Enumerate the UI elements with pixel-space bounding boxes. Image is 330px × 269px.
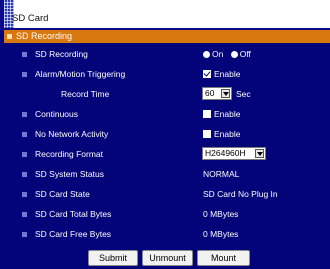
submit-button[interactable]: Submit [88, 250, 138, 266]
chevron-down-icon[interactable] [255, 149, 264, 158]
bullet-icon [22, 52, 27, 57]
bullet-icon [22, 72, 27, 77]
no-network-label: No Network Activity [35, 129, 109, 139]
record-time-value: 60 [205, 88, 215, 98]
row-no-network: No Network Activity Enable [0, 126, 330, 146]
row-continuous: Continuous Enable [0, 106, 330, 126]
row-free-bytes: SD Card Free Bytes 0 MBytes [0, 226, 330, 246]
continuous-checkbox[interactable] [203, 110, 211, 118]
row-card-state: SD Card State SD Card No Plug In [0, 186, 330, 206]
free-bytes-value: 0 MBytes [203, 229, 239, 239]
recording-format-value: H264960H [205, 148, 246, 158]
continuous-enable-label: Enable [214, 109, 241, 119]
recording-format-label: Recording Format [35, 149, 104, 159]
window-title: SD Card [12, 13, 49, 24]
bullet-icon [22, 152, 27, 157]
total-bytes-label: SD Card Total Bytes [35, 209, 112, 219]
record-time-select[interactable]: 60 [202, 87, 232, 100]
record-time-label: Record Time [61, 89, 110, 99]
sd-recording-options: On Off [203, 49, 256, 59]
bullet-icon [22, 232, 27, 237]
sd-card-panel: SD Card SD Recording SD Recording On Off… [0, 0, 330, 269]
sd-recording-on-label: On [212, 49, 224, 59]
system-status-value: NORMAL [203, 169, 240, 179]
bullet-icon [22, 172, 27, 177]
continuous-value: Enable [203, 109, 240, 119]
no-network-value: Enable [203, 129, 240, 139]
alarm-motion-enable-label: Enable [214, 69, 241, 79]
row-alarm-motion: Alarm/Motion Triggering Enable [0, 66, 330, 86]
chevron-down-icon[interactable] [221, 89, 230, 98]
continuous-label: Continuous [35, 109, 79, 119]
unmount-button[interactable]: Unmount [142, 250, 193, 266]
mount-button[interactable]: Mount [197, 250, 250, 266]
system-status-label: SD System Status [35, 169, 104, 179]
section-title: SD Recording [16, 31, 73, 41]
row-total-bytes: SD Card Total Bytes 0 MBytes [0, 206, 330, 226]
alarm-motion-value: Enable [203, 69, 240, 79]
bullet-icon [22, 192, 27, 197]
total-bytes-value: 0 MBytes [203, 209, 239, 219]
sd-recording-off-radio[interactable] [230, 51, 238, 58]
section-square-icon [7, 34, 12, 39]
free-bytes-label: SD Card Free Bytes [35, 229, 112, 239]
card-state-value: SD Card No Plug In [203, 189, 278, 199]
card-state-label: SD Card State [35, 189, 90, 199]
sd-recording-on-radio[interactable] [203, 51, 210, 58]
sd-recording-label: SD Recording [35, 49, 88, 59]
alarm-motion-checkbox[interactable] [203, 70, 211, 78]
section-header: SD Recording [4, 30, 330, 43]
recording-format-select[interactable]: H264960H [202, 147, 266, 160]
no-network-checkbox[interactable] [203, 130, 211, 138]
alarm-motion-label: Alarm/Motion Triggering [35, 69, 126, 79]
row-system-status: SD System Status NORMAL [0, 166, 330, 186]
bullet-icon [22, 132, 27, 137]
no-network-enable-label: Enable [214, 129, 241, 139]
row-sd-recording: SD Recording On Off [0, 46, 330, 66]
sd-recording-off-label: Off [239, 49, 251, 59]
bullet-icon [22, 212, 27, 217]
row-recording-format: Recording Format H264960H [0, 146, 330, 166]
record-time-unit: Sec [236, 89, 251, 99]
title-bar: SD Card [0, 0, 330, 30]
row-record-time: Record Time 60 Sec [0, 86, 330, 106]
bullet-icon [22, 112, 27, 117]
